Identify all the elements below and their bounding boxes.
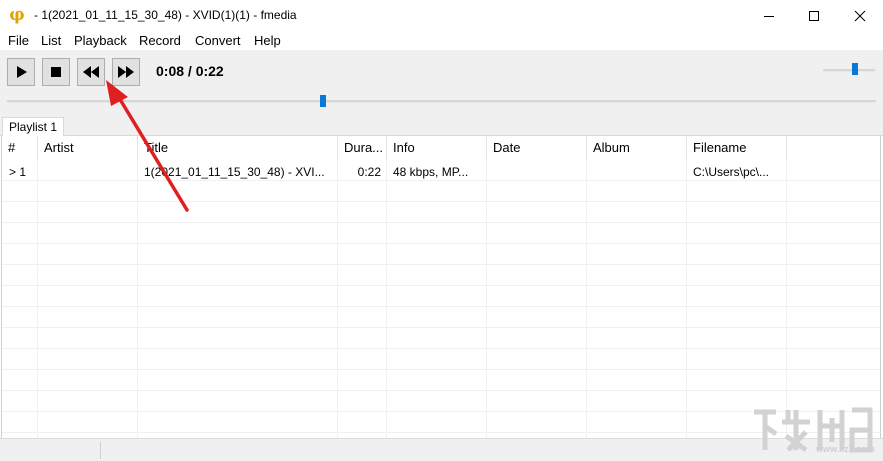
rewind-button[interactable]: [77, 58, 105, 86]
cell-filename: C:\Users\pc\...: [693, 165, 770, 179]
volume-slider-track[interactable]: [823, 69, 875, 72]
table-row-empty: [2, 202, 880, 223]
seek-bar-thumb[interactable]: [320, 95, 327, 107]
menu-help[interactable]: Help: [254, 33, 281, 48]
column-header-filename[interactable]: Filename: [687, 136, 787, 160]
column-header-artist[interactable]: Artist: [38, 136, 138, 160]
fast-forward-icon: [118, 66, 134, 78]
column-header-album[interactable]: Album: [587, 136, 687, 160]
column-header-info[interactable]: Info: [387, 136, 487, 160]
cell-title: 1(2021_01_11_15_30_48) - XVI...: [144, 165, 325, 179]
window-title: - 1(2021_01_11_15_30_48) - XVID(1)(1) - …: [34, 8, 297, 22]
close-button[interactable]: [837, 0, 883, 31]
app-logo-icon[interactable]: φ: [8, 6, 26, 24]
menu-record[interactable]: Record: [139, 33, 181, 48]
maximize-button[interactable]: [791, 0, 837, 31]
fast-forward-button[interactable]: [112, 58, 140, 86]
column-header-duration[interactable]: Dura...: [338, 136, 387, 160]
time-display: 0:08 / 0:22: [156, 63, 224, 79]
cell-artist: [44, 163, 136, 181]
title-bar: φ - 1(2021_01_11_15_30_48) - XVID(1)(1) …: [0, 0, 883, 31]
table-row-empty: [2, 286, 880, 307]
watermark-text: www.xz7.com: [816, 444, 875, 454]
table-row-empty: [2, 265, 880, 286]
column-header-title[interactable]: Title: [138, 136, 338, 160]
volume-slider-thumb[interactable]: [852, 63, 859, 75]
menu-convert[interactable]: Convert: [195, 33, 241, 48]
cell-date: [493, 163, 585, 181]
stop-icon: [51, 67, 61, 77]
minimize-button[interactable]: [746, 0, 792, 31]
stop-button[interactable]: [42, 58, 70, 86]
playlist-view[interactable]: # Artist Title Dura... Info Date Album F…: [1, 136, 881, 438]
menu-playback[interactable]: Playback: [74, 33, 127, 48]
play-icon: [17, 66, 27, 78]
seek-bar-track[interactable]: [7, 100, 876, 103]
menu-file[interactable]: File: [8, 33, 29, 48]
table-row-empty: [2, 244, 880, 265]
column-header-date[interactable]: Date: [487, 136, 587, 160]
cell-duration: 0:22: [357, 165, 381, 179]
table-row-empty: [2, 223, 880, 244]
maximize-icon: [809, 10, 819, 21]
toolbar: 0:08 / 0:22: [0, 50, 883, 116]
column-header-number[interactable]: #: [2, 136, 38, 160]
status-divider: [100, 442, 101, 459]
cell-number: > 1: [9, 165, 27, 179]
menu-bar: File List Playback Record Convert Help: [0, 31, 883, 50]
cell-info: 48 kbps, MP...: [393, 165, 469, 179]
table-row-empty: [2, 370, 880, 391]
cell-album: [593, 163, 685, 181]
minimize-icon: [764, 15, 774, 17]
table-row-empty: [2, 307, 880, 328]
menu-list[interactable]: List: [41, 33, 61, 48]
close-icon: [854, 10, 866, 21]
table-row-empty: [2, 181, 880, 202]
table-row-empty: [2, 349, 880, 370]
table-row-empty: [2, 328, 880, 349]
rewind-icon: [83, 66, 99, 78]
play-button[interactable]: [7, 58, 35, 86]
playlist-tab-strip: Playlist 1: [0, 116, 883, 136]
tab-playlist-1[interactable]: Playlist 1: [2, 117, 65, 136]
